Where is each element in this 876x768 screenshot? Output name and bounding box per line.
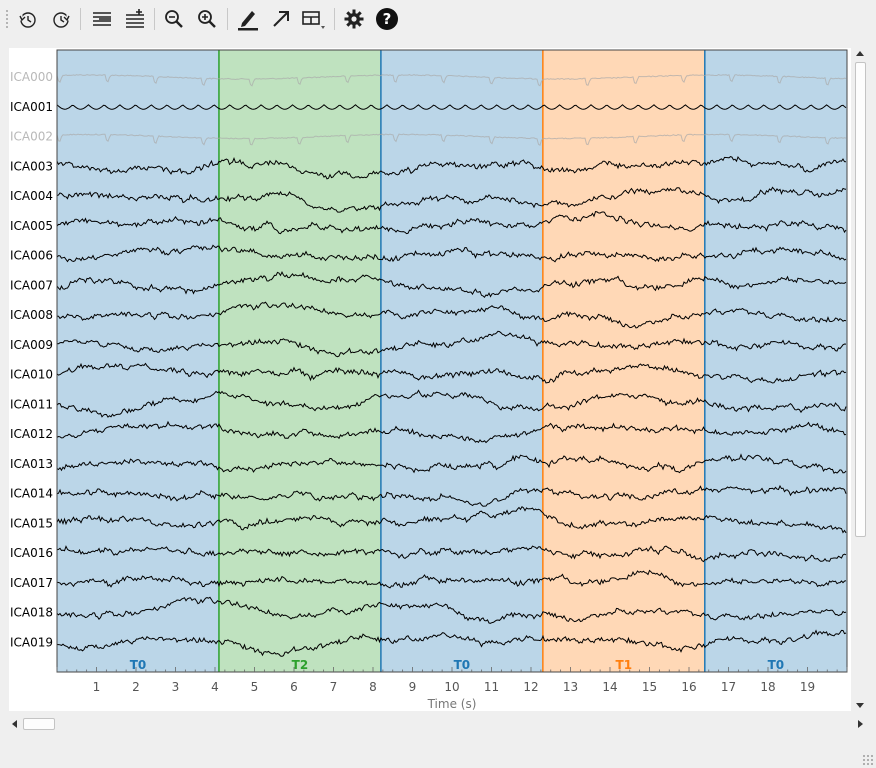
annotation-band[interactable] [704,50,847,672]
scroll-down-icon[interactable] [856,703,864,708]
x-tick-label: 8 [369,680,377,694]
x-tick-label: 9 [409,680,417,694]
overview-grid-icon[interactable] [300,5,328,33]
channel-label[interactable]: ICA008 [10,308,53,322]
x-tick-label: 5 [251,680,259,694]
toolbar-separator [334,8,335,30]
annotation-label: T0 [768,658,785,672]
x-tick-label: 17 [721,680,736,694]
channel-label[interactable]: ICA005 [10,219,53,233]
toolbar-separator [80,8,81,30]
scroll-left-icon[interactable] [12,720,17,728]
settings-gear-icon[interactable] [340,5,368,33]
channel-label[interactable]: ICA003 [10,159,53,173]
x-tick-label: 10 [444,680,459,694]
annotation-label: T1 [616,658,633,672]
x-tick-label: 13 [563,680,578,694]
scroll-up-icon[interactable] [856,51,864,56]
vertical-scroll-thumb[interactable] [855,62,866,537]
x-tick-label: 6 [290,680,298,694]
channel-label[interactable]: ICA004 [10,189,53,203]
x-tick-label: 15 [642,680,657,694]
svg-text:?: ? [383,10,392,28]
more-channels-icon[interactable] [121,5,149,33]
help-icon[interactable]: ? [373,5,401,33]
channel-label[interactable]: ICA014 [10,487,53,501]
channel-label[interactable]: ICA001 [10,100,53,114]
channel-label[interactable]: ICA010 [10,368,53,382]
scroll-right-icon[interactable] [858,720,863,728]
vertical-scrollbar[interactable] [853,48,867,713]
toolbar-separator [154,8,155,30]
x-tick-label: 16 [681,680,696,694]
annotation-label: T2 [292,658,309,672]
x-tick-label: 18 [760,680,775,694]
horizontal-scroll-thumb[interactable] [23,718,55,730]
channel-label[interactable]: ICA002 [10,130,53,144]
x-tick-label: 2 [132,680,140,694]
channel-label[interactable]: ICA006 [10,249,53,263]
channel-label[interactable]: ICA015 [10,516,53,530]
x-tick-label: 14 [602,680,617,694]
x-tick-label: 1 [93,680,101,694]
x-tick-label: 12 [523,680,538,694]
x-tick-label: 11 [484,680,499,694]
toolbar-grip[interactable] [5,9,9,29]
projector-arrow-icon[interactable] [267,5,295,33]
channel-label[interactable]: ICA018 [10,606,53,620]
resize-grip-icon[interactable] [862,754,874,766]
rewind-icon[interactable] [14,5,42,33]
x-tick-label: 7 [330,680,338,694]
x-tick-label: 4 [211,680,219,694]
channel-label[interactable]: ICA012 [10,427,53,441]
channel-labels: ICA000 ICA001 ICA002 ICA003 ICA004 ICA005 ICA0… [10,70,53,649]
channel-label[interactable]: ICA011 [10,397,53,411]
horizontal-scrollbar[interactable] [9,717,867,731]
trace-canvas[interactable]: ICA000 ICA001 ICA002 ICA003 ICA004 ICA005 ICA0… [9,48,851,711]
toolbar: ? [0,0,876,38]
zoom-in-icon[interactable] [193,5,221,33]
channel-label[interactable]: ICA019 [10,635,53,649]
toolbar-separator [227,8,228,30]
channel-label[interactable]: ICA016 [10,546,53,560]
annotation-label: T0 [454,658,471,672]
x-tick-label: 19 [800,680,815,694]
x-axis-ticks: 1 2 3 4 5 6 7 8 9 10 11 12 13 14 15 16 17 18 19 [56,667,848,694]
fast-forward-icon[interactable] [47,5,75,33]
zoom-out-icon[interactable] [160,5,188,33]
channel-label[interactable]: ICA000 [10,70,53,84]
raw-data-plot[interactable]: ICA000 ICA001 ICA002 ICA003 ICA004 ICA005 ICA0… [9,48,851,711]
x-tick-label: 3 [172,680,180,694]
fewer-channels-icon[interactable] [88,5,116,33]
x-axis-label: Time (s) [427,697,477,711]
channel-label[interactable]: ICA009 [10,338,53,352]
annotation-pen-icon[interactable] [234,5,262,33]
annotation-label: T0 [130,658,147,672]
channel-label[interactable]: ICA017 [10,576,53,590]
channel-label[interactable]: ICA013 [10,457,53,471]
channel-label[interactable]: ICA007 [10,278,53,292]
